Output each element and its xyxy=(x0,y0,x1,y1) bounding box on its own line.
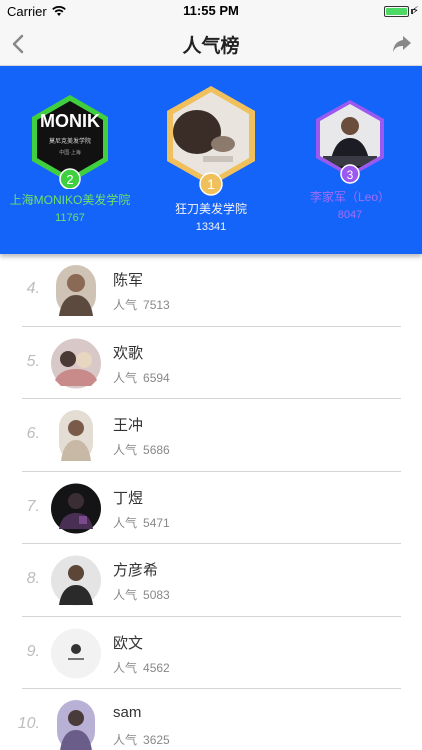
user-name: 欧文 xyxy=(113,634,144,652)
popularity-score: 6594 xyxy=(143,370,170,385)
moniko-logo-subtitle: 莫尼克美发学院 xyxy=(49,137,91,145)
list-item[interactable]: 6. 王冲 人气 5686 xyxy=(0,399,422,472)
popularity-score: 3625 xyxy=(143,733,170,747)
list-item[interactable]: 5. 欢歌 人气 6594 xyxy=(0,327,422,400)
popularity-label: 人气 xyxy=(113,370,138,385)
hexagon-avatar-frame: 3 xyxy=(316,100,384,184)
popularity-label: 人气 xyxy=(113,443,138,457)
popularity: 人气 3625 xyxy=(113,731,170,748)
popularity-score: 7513 xyxy=(143,298,170,312)
popularity-score: 4562 xyxy=(143,660,170,675)
rank-badge: 2 xyxy=(66,172,73,187)
avatar xyxy=(57,700,95,750)
popularity-label: 人气 xyxy=(113,515,138,530)
rank-badge: 3 xyxy=(347,168,354,182)
navigation-bar: 人气榜 xyxy=(0,22,422,66)
page-title: 人气榜 xyxy=(182,36,240,57)
rank-number: 10. xyxy=(17,715,40,732)
list-item[interactable]: 7. 丁煜 人气 5471 xyxy=(0,472,422,545)
popularity-score: 5471 xyxy=(143,515,170,530)
podium-name: 狂刀美发学院 xyxy=(174,202,247,216)
rank-number: 7. xyxy=(26,497,40,515)
popularity: 人气 4562 xyxy=(113,659,170,676)
share-arrow-icon[interactable] xyxy=(392,35,412,53)
moniko-logo-city: 中国·上海 xyxy=(59,149,81,156)
ranking-list: 4. 陈军 人气 7513 5. 欢歌 人气 6594 6. 王冲 人气 5686 7… xyxy=(0,254,422,750)
user-name: 丁煜 xyxy=(113,489,144,507)
popularity-label: 人气 xyxy=(113,733,138,747)
popularity: 人气 6594 xyxy=(113,369,170,386)
avatar xyxy=(59,410,93,461)
user-name: 欢歌 xyxy=(113,344,144,362)
popularity-label: 人气 xyxy=(113,660,138,675)
rank-number: 9. xyxy=(26,642,40,660)
popularity-label: 人气 xyxy=(113,298,138,312)
podium-rank-2[interactable]: MONIK 莫尼克美发学院 中国·上海 2 上海MONIKO美发学院 11767 xyxy=(0,93,140,224)
user-name: sam xyxy=(113,704,142,721)
podium-rank-3[interactable]: 3 李家军（Leo） 8047 xyxy=(300,98,400,221)
popularity-label: 人气 xyxy=(113,588,138,602)
popularity: 人气 5471 xyxy=(113,514,170,531)
popularity: 人气 5686 xyxy=(113,441,170,458)
avatar xyxy=(56,265,96,316)
rank-number: 8. xyxy=(26,570,40,587)
list-item[interactable]: 4. 陈军 人气 7513 xyxy=(0,254,422,327)
hexagon-avatar-frame: 1 xyxy=(167,86,255,196)
podium-rank-1[interactable]: 1 狂刀美发学院 13341 xyxy=(150,84,272,233)
popularity-score: 5686 xyxy=(143,443,170,457)
list-item[interactable]: 8. 方彦希 人气 5083 xyxy=(0,544,422,617)
list-item[interactable]: 9. 欧文 人气 4562 xyxy=(0,617,422,690)
top-three-podium: MONIK 莫尼克美发学院 中国·上海 2 上海MONIKO美发学院 11767… xyxy=(0,66,422,254)
list-item[interactable]: 10. sam 人气 3625 xyxy=(0,689,422,750)
popularity-score: 5083 xyxy=(143,588,170,602)
charging-bolt-icon: ⚡ xyxy=(411,5,419,17)
podium-name: 李家军（Leo） xyxy=(309,190,391,204)
podium-score: 8047 xyxy=(337,209,363,221)
avatar xyxy=(51,555,101,606)
rank-number: 4. xyxy=(26,280,40,297)
user-name: 王冲 xyxy=(113,417,144,434)
battery-icon xyxy=(384,6,409,17)
user-name: 陈军 xyxy=(113,272,144,289)
user-name: 方彦希 xyxy=(113,562,159,579)
avatar xyxy=(51,483,101,533)
avatar xyxy=(51,338,101,388)
podium-name: 上海MONIKO美发学院 xyxy=(9,193,131,207)
rank-number: 6. xyxy=(26,425,40,442)
popularity: 人气 5083 xyxy=(113,586,170,603)
podium-score: 11767 xyxy=(55,212,85,224)
status-bar: Carrier 11:55 PM ⚡ xyxy=(0,0,422,22)
rank-badge: 1 xyxy=(207,176,215,192)
avatar xyxy=(51,628,101,678)
moniko-logo-text: MONIK xyxy=(40,111,100,131)
hexagon-avatar-frame: MONIK 莫尼克美发学院 中国·上海 2 xyxy=(32,95,108,189)
clock-time: 11:55 PM xyxy=(183,3,239,18)
podium-score: 13341 xyxy=(195,221,227,233)
popularity: 人气 7513 xyxy=(113,296,170,313)
rank-number: 5. xyxy=(26,352,40,370)
